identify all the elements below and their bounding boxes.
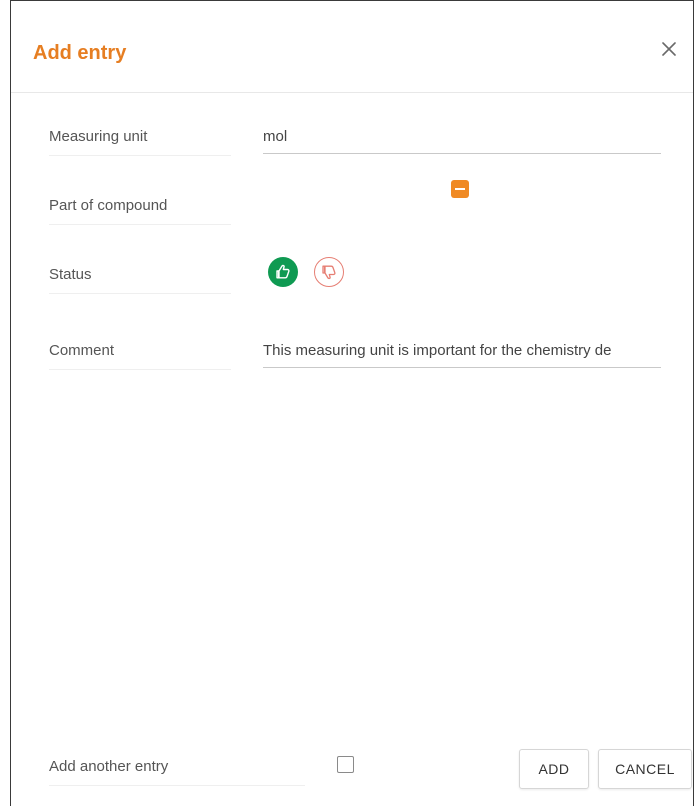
status-label: Status: [49, 265, 231, 294]
close-icon: [662, 42, 676, 56]
part-of-compound-label: Part of compound: [49, 196, 231, 225]
close-button[interactable]: [655, 35, 683, 63]
comment-label: Comment: [49, 341, 231, 370]
thumbs-down-icon: [322, 265, 336, 280]
status-approve-button[interactable]: [268, 257, 298, 287]
add-button[interactable]: ADD: [519, 749, 589, 789]
measuring-unit-label: Measuring unit: [49, 127, 231, 156]
measuring-unit-input[interactable]: mol: [263, 127, 661, 154]
add-another-entry-label: Add another entry: [49, 757, 305, 786]
thumbs-up-icon: [276, 264, 290, 279]
dialog-header: Add entry: [11, 1, 693, 93]
add-entry-dialog: Add entry Measuring unit mol Part of com…: [10, 0, 694, 806]
status-reject-button[interactable]: [314, 257, 344, 287]
add-another-entry-checkbox[interactable]: [337, 756, 354, 773]
indeterminate-icon: [455, 188, 465, 190]
part-of-compound-checkbox[interactable]: [451, 180, 469, 198]
cancel-button[interactable]: CANCEL: [598, 749, 692, 789]
comment-input[interactable]: This measuring unit is important for the…: [263, 341, 661, 368]
dialog-title: Add entry: [33, 42, 127, 64]
